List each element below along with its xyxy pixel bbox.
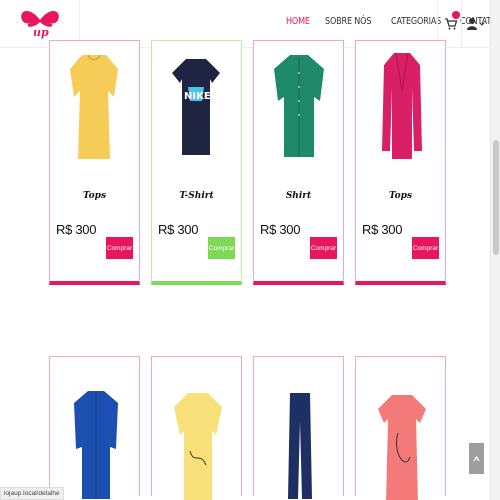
product-name: Tops (388, 191, 413, 201)
product-card[interactable] (49, 356, 140, 499)
product-price: R$ 300 (260, 222, 301, 237)
product-card[interactable] (151, 356, 242, 500)
product-card[interactable]: Tops R$ 300 Comprar (49, 40, 140, 285)
product-name: Shirt (285, 191, 312, 201)
chevron-up-icon (473, 455, 480, 461)
product-card[interactable]: NIKE T-Shirt R$ 300 Comprar (151, 40, 242, 285)
product-price: R$ 300 (158, 222, 199, 237)
buy-button[interactable]: Comprar (412, 237, 439, 259)
buy-button[interactable]: Comprar (310, 237, 337, 259)
user-icon[interactable] (465, 16, 487, 32)
scroll-thumb[interactable] (493, 140, 499, 255)
product-price: R$ 300 (362, 222, 403, 237)
svg-text:NIKE: NIKE (184, 91, 211, 102)
tops-image (70, 54, 118, 159)
shirt-image (74, 391, 118, 499)
product-card[interactable] (253, 356, 344, 499)
scroll-top-button[interactable] (469, 443, 484, 474)
nav-divider (461, 0, 462, 48)
nav-categories[interactable]: CATEGORIAS (391, 16, 441, 27)
product-name: T-Shirt (179, 191, 214, 201)
status-bar-url: lojaup.local/detalhe (0, 487, 64, 500)
buy-button[interactable]: Comprar (208, 237, 235, 259)
page-scrollbar[interactable] (490, 0, 500, 500)
product-card[interactable]: Shirt R$ 300 Comprar (253, 40, 344, 285)
tops-image (382, 52, 422, 159)
product-card[interactable]: Tops R$ 300 Comprar (355, 40, 446, 285)
tshirt-image (174, 393, 222, 500)
product-card[interactable] (355, 356, 446, 500)
cart-badge (452, 11, 460, 19)
nav-about[interactable]: SOBRE NÓS (325, 16, 371, 27)
tshirt-image (378, 395, 426, 500)
logo-text: up (33, 26, 49, 39)
cart-icon[interactable] (444, 17, 458, 31)
buy-button[interactable]: Comprar (106, 237, 133, 259)
shirt-image (274, 55, 324, 157)
nav-home[interactable]: HOME (286, 16, 310, 27)
tshirt-image: NIKE (172, 59, 220, 155)
product-price: R$ 300 (56, 222, 97, 237)
jeans-image (288, 393, 312, 499)
product-name: Tops (82, 191, 107, 201)
